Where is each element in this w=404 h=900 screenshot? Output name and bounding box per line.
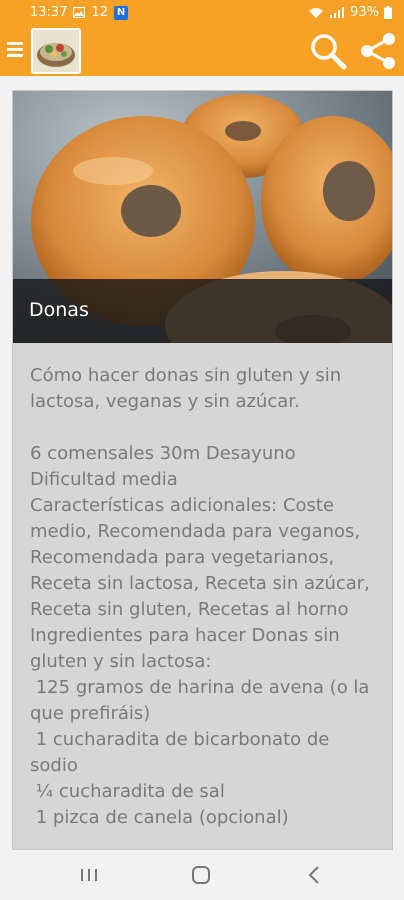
n-app-notification-icon: N — [114, 5, 129, 20]
image-notification-icon — [73, 7, 86, 18]
back-button[interactable] — [304, 864, 328, 886]
signal-icon — [329, 6, 345, 19]
status-right: 93% — [308, 5, 392, 20]
status-left: 13:37 12 N — [30, 5, 129, 20]
battery-percent: 93% — [350, 5, 379, 20]
back-icon — [308, 866, 319, 884]
recents-icon — [81, 869, 97, 881]
clock: 13:37 — [30, 5, 68, 20]
share-icon — [361, 33, 395, 69]
recents-button[interactable] — [78, 864, 102, 886]
status-bar: 13:37 12 N 93% — [0, 0, 404, 25]
app-bar — [0, 25, 404, 76]
notification-count: 12 — [91, 5, 109, 20]
recipe-card[interactable]: Donas Cómo hacer donas sin gluten y sin … — [12, 90, 393, 850]
hamburger-menu-icon[interactable] — [7, 39, 23, 61]
app-logo[interactable] — [31, 28, 81, 74]
recipe-hero-image: Donas — [13, 91, 392, 343]
battery-icon — [384, 6, 392, 19]
search-icon — [311, 34, 347, 70]
navigation-bar — [0, 850, 404, 900]
recipe-description: Cómo hacer donas sin gluten y sin lactos… — [30, 365, 370, 828]
home-icon — [192, 866, 210, 884]
wifi-icon — [308, 7, 324, 19]
search-button[interactable] — [309, 32, 347, 70]
share-button[interactable] — [358, 31, 398, 71]
home-button[interactable] — [190, 864, 214, 886]
recipe-title: Donas — [29, 299, 89, 321]
